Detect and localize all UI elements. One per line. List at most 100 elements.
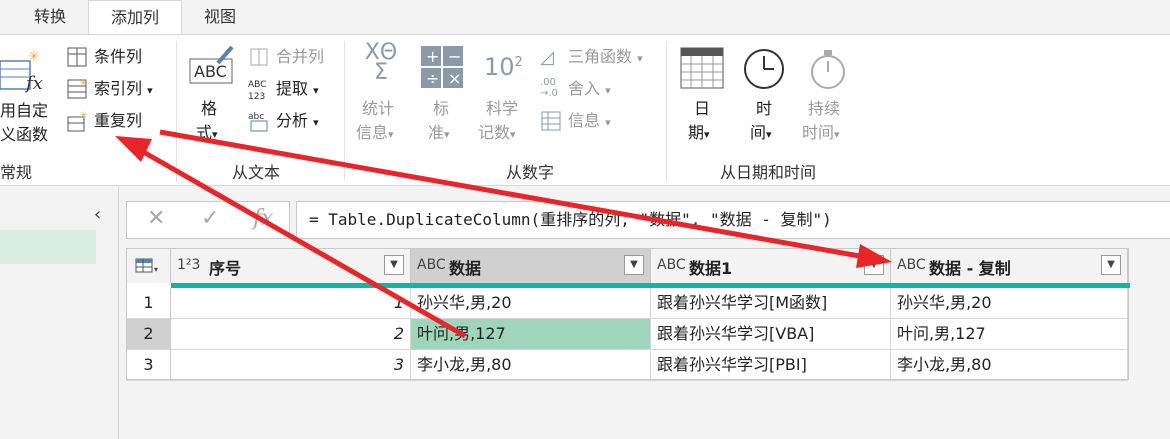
formula-input[interactable]: = Table.DuplicateColumn(重排序的列, "数据", "数据… (296, 201, 1170, 239)
custom-function-icon: fx ✳ (0, 49, 43, 94)
table-cell[interactable]: 孙兴华,男,20 (891, 288, 1128, 319)
stopwatch-icon (811, 50, 845, 89)
column-header-data-copy[interactable]: ABC 数据 - 复制 ▼ (891, 249, 1128, 283)
table-cell[interactable]: 3 (171, 350, 411, 381)
table-cell[interactable]: 孙兴华,男,20 (411, 288, 651, 319)
merge-columns-button[interactable]: 合并列 (276, 47, 324, 67)
text-type-icon[interactable]: ABC (417, 257, 446, 273)
queries-pane: ‹ (0, 186, 119, 439)
time-label-1[interactable]: 时 (756, 99, 772, 119)
standard-label-2: 准 (428, 123, 445, 142)
svg-text:ABC: ABC (194, 62, 227, 81)
group-label-number: 从数字 (505, 163, 554, 182)
chevron-down-icon: ▾ (444, 128, 450, 141)
svg-text:−: − (448, 47, 461, 66)
row-number[interactable]: 3 (127, 350, 171, 381)
chevron-down-icon: ▾ (766, 128, 772, 141)
column-header-data1[interactable]: ABC 数据1 ▼ (651, 249, 891, 283)
table-menu-corner[interactable]: ▾ (127, 249, 171, 283)
chevron-down-icon: ▾ (510, 128, 516, 141)
group-divider (666, 41, 667, 181)
table-cell[interactable]: 跟着孙兴华学习[VBA] (651, 319, 891, 350)
parse-button[interactable]: 分析 ▾ (276, 111, 319, 133)
filter-dropdown-icon[interactable]: ▼ (1101, 255, 1121, 275)
collapse-chevron-icon[interactable]: ‹ (94, 204, 101, 225)
conditional-column-button[interactable]: 条件列 (94, 47, 142, 67)
filter-dropdown-icon[interactable]: ▼ (384, 255, 404, 275)
index-column-icon: ✳ (67, 79, 88, 99)
row-number[interactable]: 2 (127, 319, 171, 350)
svg-text:ABC: ABC (248, 80, 266, 90)
standard-label-1[interactable]: 标 (433, 99, 449, 119)
index-column-label: 索引列 (94, 79, 143, 98)
parse-icon: abc (248, 112, 268, 132)
time-label-2: 间 (750, 123, 767, 142)
text-type-icon[interactable]: ABC (657, 257, 686, 273)
data-grid: ▾ 1²3 序号 ▼ ABC 数据 ▼ ABC 数据1 ▼ ABC 数据 - 复… (126, 248, 1130, 381)
table-cell[interactable]: 1 (171, 288, 411, 319)
svg-text:×: × (448, 69, 461, 88)
table-cell[interactable]: 跟着孙兴华学习[M函数] (651, 288, 891, 319)
format-button[interactable]: 式▾ (196, 123, 218, 145)
standard-button[interactable]: 准▾ (428, 123, 450, 145)
custom-function-label-2[interactable]: 义函数 (0, 125, 48, 145)
date-label-1[interactable]: 日 (694, 99, 710, 119)
scientific-button[interactable]: 记数▾ (478, 123, 516, 145)
confirm-icon[interactable]: ✓ (201, 206, 219, 231)
date-button[interactable]: 期▾ (688, 123, 710, 145)
statistics-label-2: 信息 (356, 123, 389, 142)
scientific-label-1[interactable]: 科学 (486, 99, 518, 119)
merge-columns-icon (250, 48, 268, 66)
duration-button[interactable]: 时间▾ (802, 123, 840, 145)
conditional-column-icon (67, 47, 87, 67)
extract-label: 提取 (276, 79, 309, 98)
duplicate-column-button[interactable]: 重复列 (94, 111, 142, 131)
table-cell[interactable]: 跟着孙兴华学习[PBI] (651, 350, 891, 381)
trigonometry-button[interactable]: 三角函数 ▾ (568, 47, 643, 69)
tab-view[interactable]: 视图 (182, 0, 258, 34)
chevron-down-icon: ▾ (605, 84, 611, 97)
chevron-down-icon: ▾ (704, 128, 710, 141)
group-divider (344, 41, 345, 181)
ribbon: fx ✳ 用自定 义函数 条件列 ✳ 索引列 ▾ ✳ 重复列 常规 ABC 格 … (0, 34, 1170, 186)
selected-table-cell[interactable]: 叶问,男,127 (411, 319, 651, 350)
format-label-1[interactable]: 格 (201, 99, 217, 119)
information-label: 信息 (568, 111, 601, 130)
rounding-label: 舍入 (568, 79, 601, 98)
text-type-icon[interactable]: ABC (897, 257, 926, 273)
duration-label-1[interactable]: 持续 (808, 99, 840, 119)
table-cell[interactable]: 李小龙,男,80 (411, 350, 651, 381)
time-button[interactable]: 间▾ (750, 123, 772, 145)
column-header-label: 数据1 (689, 259, 733, 278)
tab-add-column[interactable]: 添加列 (88, 0, 182, 36)
column-header-data[interactable]: ABC 数据 ▼ (411, 249, 651, 283)
chevron-down-icon: ▾ (212, 128, 218, 141)
filter-dropdown-icon[interactable]: ▼ (624, 255, 644, 275)
duplicate-column-icon: ✳ (67, 111, 88, 132)
cancel-icon[interactable]: ✕ (147, 206, 165, 231)
index-column-button[interactable]: 索引列 ▾ (94, 79, 153, 101)
statistics-button[interactable]: 信息▾ (356, 123, 394, 145)
svg-text:123: 123 (248, 92, 265, 102)
table-cell[interactable]: 2 (171, 319, 411, 350)
clock-icon (744, 49, 784, 89)
chevron-down-icon: ▾ (313, 84, 319, 97)
information-button[interactable]: 信息 ▾ (568, 111, 611, 133)
custom-function-label-1[interactable]: 用自定 (0, 101, 48, 121)
rounding-button[interactable]: 舍入 ▾ (568, 79, 611, 101)
svg-text:▾: ▾ (154, 265, 158, 274)
whole-number-type-icon[interactable]: 1²3 (177, 257, 200, 273)
table-cell[interactable]: 叶问,男,127 (891, 319, 1128, 350)
chevron-down-icon: ▾ (388, 128, 394, 141)
column-header-index[interactable]: 1²3 序号 ▼ (171, 249, 411, 283)
row-number[interactable]: 1 (127, 288, 171, 319)
group-label-datetime: 从日期和时间 (719, 163, 816, 182)
extract-button[interactable]: 提取 ▾ (276, 79, 319, 101)
function-icon[interactable]: fx (253, 206, 274, 231)
tab-transform[interactable]: 转换 (10, 0, 90, 34)
statistics-label-1[interactable]: 统计 (362, 99, 394, 119)
table-cell[interactable]: 李小龙,男,80 (891, 350, 1128, 381)
filter-dropdown-icon[interactable]: ▼ (864, 255, 884, 275)
chevron-down-icon: ▾ (147, 84, 153, 97)
selected-query-item[interactable] (0, 230, 96, 264)
